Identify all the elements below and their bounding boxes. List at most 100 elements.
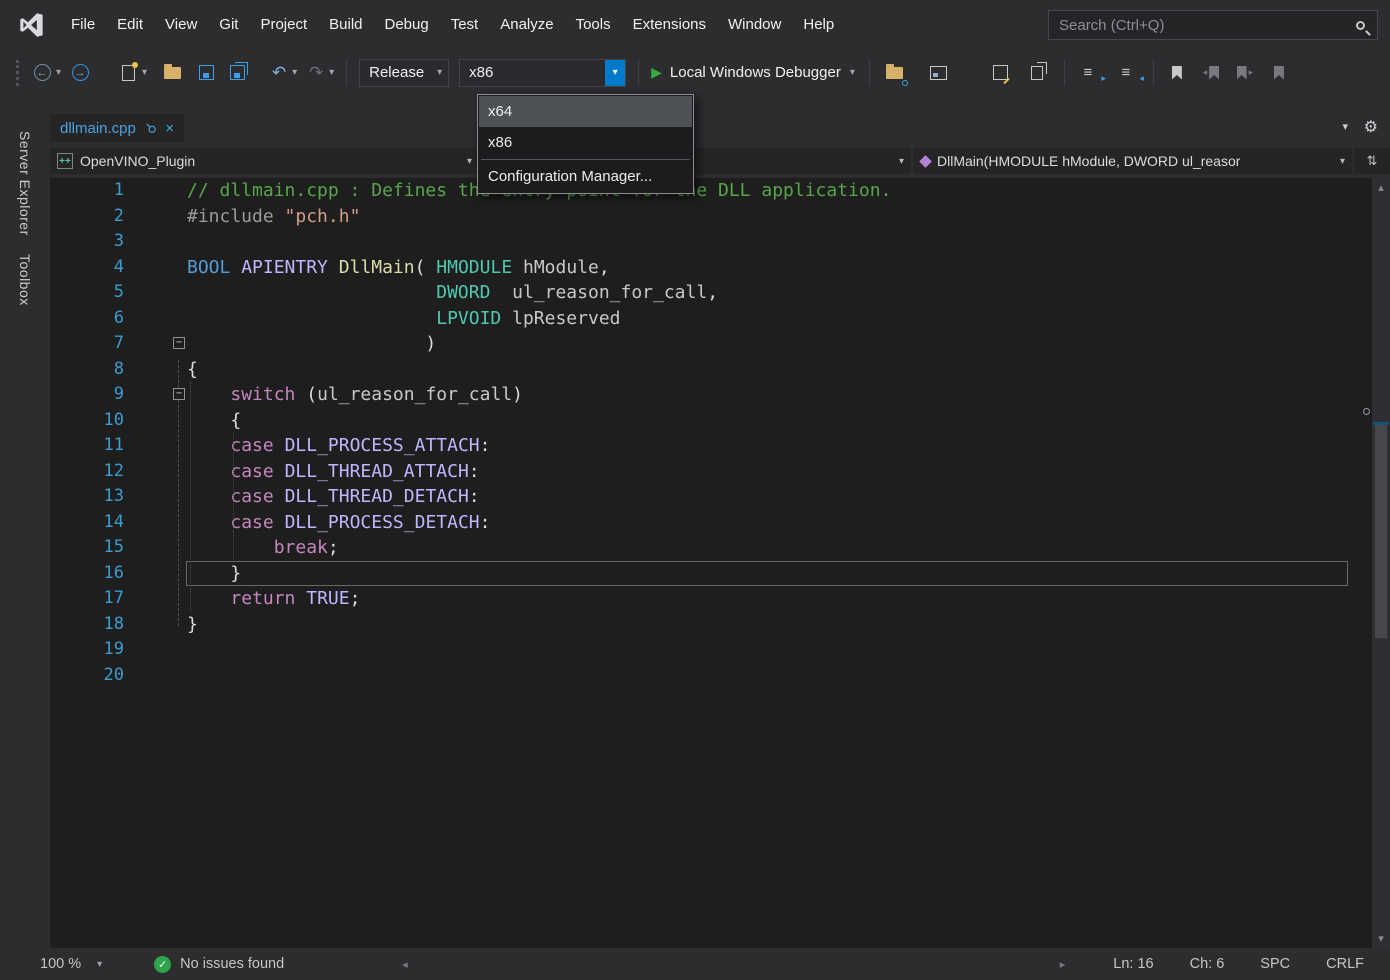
- code-line[interactable]: 1// dllmain.cpp : Defines the entry poin…: [50, 178, 1372, 204]
- navigate-back-caret-icon[interactable]: ▾: [56, 67, 61, 78]
- code-line[interactable]: 3: [50, 229, 1372, 255]
- code-line[interactable]: 18}: [50, 612, 1372, 638]
- code-line[interactable]: 5 DWORD ul_reason_for_call,: [50, 280, 1372, 306]
- outdent-lines-icon[interactable]: ≡◂: [1115, 62, 1137, 84]
- code-line[interactable]: 10 {: [50, 408, 1372, 434]
- hscroll-right-icon[interactable]: ▸: [1060, 958, 1066, 971]
- menu-item-extensions[interactable]: Extensions: [622, 0, 717, 50]
- status-spaces[interactable]: SPC: [1260, 956, 1290, 972]
- tab-list-caret-icon[interactable]: ▾: [1342, 120, 1348, 133]
- code-line[interactable]: 19: [50, 637, 1372, 663]
- open-folder-icon[interactable]: [161, 62, 183, 84]
- menu-item-window[interactable]: Window: [717, 0, 792, 50]
- side-tab-server-explorer[interactable]: Server Explorer: [17, 131, 33, 236]
- next-bookmark-icon[interactable]: ▸: [1234, 62, 1256, 84]
- tab-dllmain-cpp[interactable]: dllmain.cpp ⚲ ×: [50, 114, 184, 142]
- menu-item-debug[interactable]: Debug: [374, 0, 440, 50]
- code-text: switch (ul_reason_for_call): [187, 382, 523, 408]
- new-item-caret-icon[interactable]: ▾: [142, 67, 147, 78]
- save-all-icon[interactable]: [226, 62, 248, 84]
- fold-collapse-icon[interactable]: −: [173, 337, 185, 349]
- debug-target-caret-icon[interactable]: ▾: [850, 67, 855, 78]
- indent-lines-icon[interactable]: ≡▸: [1077, 62, 1099, 84]
- toolbar-grip-handle[interactable]: [16, 60, 19, 86]
- code-line[interactable]: 2#include "pch.h": [50, 204, 1372, 230]
- side-tab-toolbox[interactable]: Toolbox: [17, 254, 33, 306]
- editor-settings-gear-icon[interactable]: ⚙: [1364, 117, 1378, 137]
- menu-item-analyze[interactable]: Analyze: [489, 0, 564, 50]
- menu-item-tools[interactable]: Tools: [565, 0, 622, 50]
- close-icon[interactable]: ×: [165, 120, 174, 137]
- scroll-down-icon[interactable]: ▾: [1372, 932, 1390, 945]
- navigate-back-icon[interactable]: ←: [31, 62, 53, 84]
- pin-icon[interactable]: ⚲: [142, 119, 160, 137]
- start-debugging-button[interactable]: ▶ Local Windows Debugger ▾: [651, 64, 855, 81]
- code-line[interactable]: 20: [50, 663, 1372, 689]
- search-input[interactable]: Search (Ctrl+Q): [1048, 10, 1378, 40]
- redo-caret-icon[interactable]: ▾: [329, 67, 334, 78]
- code-line[interactable]: 6 LPVOID lpReserved: [50, 306, 1372, 332]
- zoom-combo[interactable]: 100 % ▾: [40, 956, 102, 972]
- status-column[interactable]: Ch: 6: [1190, 956, 1225, 972]
- code-line[interactable]: 4BOOL APIENTRY DllMain( HMODULE hModule,: [50, 255, 1372, 281]
- save-icon[interactable]: [195, 62, 217, 84]
- fold-collapse-icon[interactable]: −: [173, 388, 185, 400]
- edit-box-icon[interactable]: [990, 62, 1012, 84]
- outlining-margin: [128, 178, 187, 204]
- platform-option-x86[interactable]: x86: [479, 127, 692, 158]
- menu-item-file[interactable]: File: [60, 0, 106, 50]
- platform-option-x64[interactable]: x64: [479, 96, 692, 127]
- status-eol[interactable]: CRLF: [1326, 956, 1364, 972]
- menu-item-build[interactable]: Build: [318, 0, 373, 50]
- search-icon[interactable]: [1356, 21, 1365, 30]
- undo-caret-icon[interactable]: ▾: [292, 67, 297, 78]
- code-text: }: [187, 612, 198, 638]
- platform-dropdown: x64x86 Configuration Manager...: [477, 94, 694, 194]
- copy-documents-icon[interactable]: [1026, 62, 1048, 84]
- project-combo[interactable]: ++ OpenVINO_Plugin ▾: [50, 148, 479, 174]
- dropdown-separator: [481, 159, 690, 160]
- menu-item-help[interactable]: Help: [792, 0, 845, 50]
- configuration-manager-item[interactable]: Configuration Manager...: [479, 161, 692, 192]
- line-number: 2: [50, 204, 128, 230]
- code-line[interactable]: 12 case DLL_THREAD_ATTACH:: [50, 459, 1372, 485]
- line-number: 11: [50, 433, 128, 459]
- new-item-icon[interactable]: [117, 62, 139, 84]
- navigate-forward-icon[interactable]: →: [69, 62, 91, 84]
- menu-item-view[interactable]: View: [154, 0, 208, 50]
- menu-item-git[interactable]: Git: [208, 0, 249, 50]
- menu-item-edit[interactable]: Edit: [106, 0, 154, 50]
- code-line[interactable]: 9− switch (ul_reason_for_call): [50, 382, 1372, 408]
- undo-icon[interactable]: ↶: [268, 62, 290, 84]
- menu-item-test[interactable]: Test: [440, 0, 490, 50]
- menu-item-project[interactable]: Project: [249, 0, 318, 50]
- code-line[interactable]: 11 case DLL_PROCESS_ATTACH:: [50, 433, 1372, 459]
- debug-target-label: Local Windows Debugger: [670, 64, 841, 81]
- platform-dropdown-button[interactable]: ▾: [605, 60, 625, 86]
- horizontal-scrollbar[interactable]: [408, 948, 1060, 980]
- code-line[interactable]: 8{: [50, 357, 1372, 383]
- health-indicator[interactable]: ✓ No issues found: [154, 956, 284, 973]
- split-editor-handle[interactable]: ⇅: [1354, 148, 1390, 174]
- member-combo[interactable]: DllMain(HMODULE hModule, DWORD ul_reasor…: [913, 148, 1352, 174]
- platform-combo[interactable]: x86 ▾: [459, 59, 626, 87]
- code-line[interactable]: 17 return TRUE;: [50, 586, 1372, 612]
- find-in-files-icon[interactable]: [884, 62, 906, 84]
- previous-bookmark-icon[interactable]: ◂: [1200, 62, 1222, 84]
- scrollbar-thumb[interactable]: [1375, 423, 1387, 638]
- toolbar-separator: [346, 60, 347, 86]
- bookmark-icon[interactable]: [1166, 62, 1188, 84]
- redo-icon[interactable]: ↷: [305, 62, 327, 84]
- scroll-up-icon[interactable]: ▴: [1372, 181, 1390, 194]
- vertical-scrollbar[interactable]: ▴ ▾: [1372, 178, 1390, 948]
- code-lines[interactable]: 1// dllmain.cpp : Defines the entry poin…: [50, 178, 1372, 948]
- code-line[interactable]: 7− ): [50, 331, 1372, 357]
- code-editor[interactable]: 1// dllmain.cpp : Defines the entry poin…: [50, 178, 1390, 948]
- code-line[interactable]: 15 break;: [50, 535, 1372, 561]
- preview-window-icon[interactable]: [928, 62, 950, 84]
- configuration-combo[interactable]: Release ▾: [359, 59, 449, 87]
- clear-bookmarks-icon[interactable]: [1268, 62, 1290, 84]
- status-line[interactable]: Ln: 16: [1113, 956, 1153, 972]
- code-line[interactable]: 13 case DLL_THREAD_DETACH:: [50, 484, 1372, 510]
- code-line[interactable]: 14 case DLL_PROCESS_DETACH:: [50, 510, 1372, 536]
